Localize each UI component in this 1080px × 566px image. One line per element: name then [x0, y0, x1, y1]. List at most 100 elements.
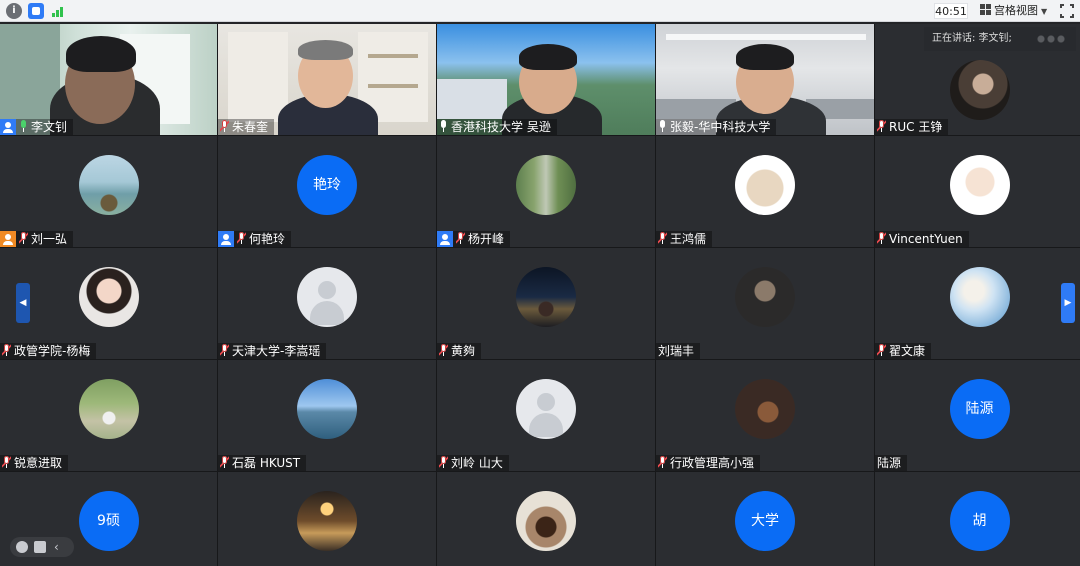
host-badge-icon [437, 231, 453, 247]
participant-avatar [78, 379, 139, 439]
participant-tile[interactable]: 黄夠 [437, 248, 655, 359]
participant-name: 朱春奎 [232, 120, 269, 134]
participant-tile[interactable]: 张毅-华中科技大学 [656, 24, 874, 135]
chevron-left-icon: ◀ [19, 298, 27, 308]
participant-tile[interactable]: 刘岭 山大 [437, 360, 655, 471]
speaking-indicator: 正在讲话: 李文钊; [924, 27, 1076, 51]
participant-name: 何艳玲 [249, 232, 286, 246]
info-icon[interactable]: i [6, 3, 22, 19]
participant-tile[interactable]: 正在讲话: 李文钊; RUC 王铮 [875, 24, 1080, 135]
participant-name: 政管学院-杨梅 [14, 344, 91, 358]
participant-name: 行政管理高小强 [670, 456, 755, 470]
participant-name: 刘瑞丰 [658, 344, 695, 358]
participant-avatar [949, 60, 1010, 120]
participant-name: RUC 王铮 [889, 120, 943, 134]
mic-muted-icon [2, 344, 11, 356]
default-avatar-icon [297, 267, 357, 327]
participant-name: 王鸿儒 [670, 232, 707, 246]
participant-tile[interactable]: 翟文康 [875, 248, 1080, 359]
mic-muted-icon [658, 456, 667, 468]
participant-name: 陆源 [877, 456, 902, 470]
meeting-timer: 40:51 [934, 3, 968, 19]
participant-avatar [735, 267, 795, 327]
mic-muted-icon [2, 456, 11, 468]
participant-tile[interactable]: 李文钊 [0, 24, 217, 135]
participant-nametag: 香港科技大学 吴逊 [437, 119, 557, 135]
mic-muted-icon [439, 344, 448, 356]
participant-avatar [735, 155, 795, 215]
participant-nametag: 朱春奎 [218, 119, 275, 135]
mic-muted-icon [456, 232, 465, 244]
next-page-button[interactable]: ▶ [1061, 283, 1075, 323]
participant-tile[interactable]: 大学 [656, 472, 874, 566]
participant-tile[interactable]: 香港科技大学 吴逊 [437, 24, 655, 135]
participant-avatar [78, 267, 139, 327]
participant-tile[interactable]: 朱春奎 [218, 24, 436, 135]
bottom-quick-tools: ‹ [10, 537, 74, 557]
chat-icon[interactable] [34, 541, 46, 553]
default-avatar-icon [516, 379, 576, 439]
participant-name: 香港科技大学 吴逊 [451, 120, 551, 134]
participant-avatar [297, 379, 357, 439]
participant-tile[interactable]: 政管学院-杨梅 [0, 248, 217, 359]
participant-tile[interactable]: 艳玲 何艳玲 [218, 136, 436, 247]
participant-tile[interactable]: 天津大学-李嵩瑶 [218, 248, 436, 359]
participant-tile[interactable] [437, 472, 655, 566]
participant-tile[interactable]: 石磊 HKUST [218, 360, 436, 471]
participant-tile[interactable] [218, 472, 436, 566]
participant-nametag: 杨开峰 [437, 231, 511, 247]
participant-nametag: VincentYuen [875, 231, 969, 247]
top-toolbar: i 40:51 宫格视图 ▼ [0, 0, 1080, 22]
participant-tile[interactable]: 行政管理高小强 [656, 360, 874, 471]
participant-avatar [949, 155, 1010, 215]
participant-avatar [516, 155, 576, 215]
participant-name: 天津大学-李嵩瑶 [232, 344, 321, 358]
participant-name: 黄夠 [451, 344, 476, 358]
host-badge-icon [218, 231, 234, 247]
participant-nametag: 刘一弘 [0, 231, 74, 247]
participant-tile[interactable]: 胡 [875, 472, 1080, 566]
participant-nametag: RUC 王铮 [875, 119, 949, 135]
chevron-down-icon: ▼ [1041, 7, 1048, 16]
participant-avatar: 9硕 [78, 491, 139, 551]
participant-name: VincentYuen [889, 232, 963, 246]
emoji-reaction-icon[interactable] [16, 541, 28, 553]
participant-nametag: 政管学院-杨梅 [0, 343, 97, 359]
mic-muted-icon [877, 344, 886, 356]
participant-tile[interactable]: 陆源 陆源 [875, 360, 1080, 471]
mic-muted-icon [877, 120, 886, 132]
participant-nametag: 天津大学-李嵩瑶 [218, 343, 327, 359]
mic-muted-icon [658, 232, 667, 244]
participant-tile[interactable]: 刘一弘 [0, 136, 217, 247]
participant-tile[interactable]: VincentYuen [875, 136, 1080, 247]
participant-nametag: 张毅-华中科技大学 [656, 119, 777, 135]
layout-view-label: 宫格视图 [994, 4, 1038, 17]
participant-avatar: 大学 [735, 491, 795, 551]
mic-on-icon [658, 120, 667, 132]
participant-tile[interactable]: 王鸿儒 [656, 136, 874, 247]
mic-muted-icon [220, 456, 229, 468]
participant-avatar [735, 379, 795, 439]
participant-avatar: 陆源 [949, 379, 1010, 439]
previous-page-button[interactable]: ◀ [16, 283, 30, 323]
participant-avatar [516, 491, 576, 551]
participant-name: 张毅-华中科技大学 [670, 120, 771, 134]
participant-name: 李文钊 [31, 120, 68, 134]
participant-avatar [78, 155, 139, 215]
participant-avatar [949, 267, 1010, 327]
participant-name: 锐意进取 [14, 456, 63, 470]
collapse-chevron-icon[interactable]: ‹ [54, 541, 66, 553]
meeting-window: i 40:51 宫格视图 ▼ 李文钊 朱春奎 香港科技大学 吴逊 张毅-华中科技… [0, 0, 1080, 566]
security-shield-icon[interactable] [28, 3, 44, 19]
chevron-right-icon: ▶ [1064, 298, 1072, 308]
fullscreen-icon[interactable] [1059, 3, 1075, 19]
participant-tile[interactable]: 锐意进取 [0, 360, 217, 471]
layout-view-dropdown[interactable]: 宫格视图 ▼ [980, 3, 1050, 19]
participant-tile[interactable]: 刘瑞丰 [656, 248, 874, 359]
speaking-label: 正在讲话: 李文钊; [932, 33, 1012, 44]
network-signal-icon[interactable] [50, 3, 66, 19]
participant-tile[interactable]: 杨开峰 [437, 136, 655, 247]
participant-avatar: 胡 [949, 491, 1010, 551]
participant-avatar [516, 267, 576, 327]
participant-nametag: 石磊 HKUST [218, 455, 307, 471]
